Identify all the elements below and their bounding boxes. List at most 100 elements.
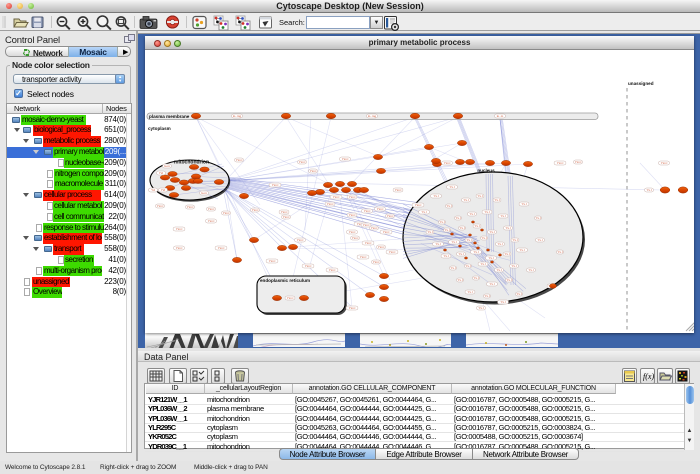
svg-text:Yxx.l: Yxx.l — [310, 169, 317, 173]
svg-text:Yxx.l: Yxx.l — [387, 214, 394, 218]
svg-text:Yx.l: Yx.l — [480, 262, 485, 266]
svg-text:Yx.l: Yx.l — [421, 210, 426, 214]
svg-text:Yxl: Yxl — [161, 188, 166, 192]
svg-text:Yx.l: Yx.l — [535, 216, 540, 220]
svg-text:Yx.l: Yx.l — [500, 214, 505, 218]
svg-text:Yxx.l: Yxx.l — [252, 208, 259, 212]
svg-text:Yxx.l: Yxx.l — [349, 306, 356, 310]
svg-text:Yxx.l: Yxx.l — [378, 245, 385, 249]
svg-text:Yxx.l: Yxx.l — [218, 246, 225, 250]
svg-text:Yd: Yd — [151, 188, 155, 192]
svg-text:plasma membrane: plasma membrane — [149, 114, 190, 119]
svg-text:Yxx.l: Yxx.l — [383, 230, 390, 234]
svg-text:Yx.l: Yx.l — [512, 238, 517, 242]
svg-text:lo..m: lo..m — [497, 114, 504, 118]
svg-text:Yxx.l: Yxx.l — [575, 160, 582, 164]
svg-text:Yx.l: Yx.l — [473, 276, 478, 280]
svg-text:Yx.l: Yx.l — [458, 252, 463, 256]
svg-text:Yx.l: Yx.l — [444, 228, 449, 232]
svg-text:Yx.l: Yx.l — [489, 282, 494, 286]
svg-text:Yx.l: Yx.l — [516, 292, 521, 296]
svg-text:Yx.l: Yx.l — [449, 185, 454, 189]
svg-text:Yx.l: Yx.l — [506, 278, 511, 282]
svg-text:endoplasmic reticulum: endoplasmic reticulum — [260, 278, 310, 283]
svg-text:Yxx.l: Yxx.l — [377, 207, 384, 211]
svg-text:Yxx.l: Yxx.l — [327, 202, 334, 206]
svg-text:Yxx.l: Yxx.l — [349, 230, 356, 234]
svg-text:nucleus: nucleus — [477, 168, 495, 173]
svg-text:Yx.l: Yx.l — [477, 194, 482, 198]
svg-text:Yx.l: Yx.l — [519, 248, 524, 252]
svg-text:Yxx.l: Yxx.l — [365, 241, 372, 245]
svg-text:Yx.l: Yx.l — [478, 306, 483, 310]
svg-text:Yx.l: Yx.l — [469, 212, 474, 216]
svg-text:Yxx.l: Yxx.l — [187, 205, 194, 209]
svg-text:Yxx.l: Yxx.l — [283, 215, 290, 219]
svg-text:Yxx.l: Yxx.l — [661, 161, 668, 165]
svg-text:Yx.l: Yx.l — [496, 268, 501, 272]
svg-text:Yxx.l: Yxx.l — [208, 219, 215, 223]
svg-text:lo..mg: lo..mg — [368, 114, 377, 118]
svg-text:lo.m: lo.m — [201, 191, 207, 195]
svg-text:Yx.l: Yx.l — [537, 238, 542, 242]
svg-text:Yxx.l: Yxx.l — [364, 209, 371, 213]
svg-text:Yx.l: Yx.l — [557, 250, 562, 254]
svg-text:Yxx.l: Yxx.l — [363, 223, 370, 227]
svg-text:Yxx.l: Yxx.l — [208, 207, 215, 211]
svg-text:Yx.l: Yx.l — [466, 238, 471, 242]
svg-text:Yxx.l: Yxx.l — [371, 226, 378, 230]
svg-text:Yx.l: Yx.l — [521, 202, 526, 206]
svg-text:Yx.l: Yx.l — [528, 268, 533, 272]
svg-text:Yx.l: Yx.l — [439, 220, 444, 224]
svg-text:Yxx.l: Yxx.l — [557, 161, 564, 165]
svg-text:Yx.l: Yx.l — [497, 242, 502, 246]
svg-text:Yx.l: Yx.l — [455, 216, 460, 220]
svg-text:Yx.l: Yx.l — [443, 254, 448, 258]
svg-text:Yxx.l: Yxx.l — [236, 158, 243, 162]
svg-text:Yx.l: Yx.l — [451, 240, 456, 244]
svg-text:Yx.l: Yx.l — [446, 204, 451, 208]
svg-text:Yxx.l: Yxx.l — [223, 211, 230, 215]
svg-text:Yxx.l: Yxx.l — [305, 264, 312, 268]
svg-text:Yx.l: Yx.l — [489, 230, 494, 234]
svg-text:Yxx.l: Yxx.l — [360, 255, 367, 259]
svg-text:Yxx.l: Yxx.l — [349, 213, 356, 217]
svg-text:Yxx.l: Yxx.l — [299, 160, 306, 164]
svg-text:Yx.l: Yx.l — [494, 198, 499, 202]
svg-text:Yxx.l: Yxx.l — [176, 246, 183, 250]
svg-text:Yxx.l: Yxx.l — [389, 250, 396, 254]
svg-text:Yx.l: Yx.l — [467, 290, 472, 294]
svg-text:unassigned: unassigned — [628, 81, 654, 86]
svg-text:Yxl: Yxl — [159, 171, 164, 175]
svg-text:Yx.l: Yx.l — [465, 264, 470, 268]
svg-text:Yxx.l: Yxx.l — [373, 260, 380, 264]
svg-text:cytoplasm: cytoplasm — [148, 126, 171, 131]
svg-text:Yxx.l: Yxx.l — [342, 157, 349, 161]
svg-text:Yx.l: Yx.l — [433, 194, 438, 198]
svg-text:Yx.l: Yx.l — [474, 224, 479, 228]
svg-text:Yx.l: Yx.l — [435, 242, 440, 246]
svg-text:Yxx.l: Yxx.l — [329, 268, 336, 272]
svg-text:Yx.l: Yx.l — [457, 278, 462, 282]
svg-text:Yx.l: Yx.l — [427, 230, 432, 234]
svg-text:Yx.l: Yx.l — [504, 252, 509, 256]
svg-text:Yx.l: Yx.l — [488, 256, 493, 260]
svg-text:Yxx.l: Yxx.l — [349, 195, 356, 199]
svg-text:Yxx.l: Yxx.l — [281, 210, 288, 214]
svg-text:Yxx.l: Yxx.l — [352, 236, 359, 240]
svg-text:Yxx.l: Yxx.l — [157, 204, 164, 208]
svg-text:Yx.l: Yx.l — [450, 266, 455, 270]
svg-text:Yx.l: Yx.l — [463, 198, 468, 202]
svg-text:Yxx.l: Yxx.l — [297, 238, 304, 242]
svg-text:lo.m: lo.m — [164, 164, 170, 168]
svg-text:Yx.l: Yx.l — [459, 226, 464, 230]
svg-text:lo..mg: lo..mg — [233, 114, 242, 118]
svg-text:Yxx.l: Yxx.l — [333, 195, 340, 199]
svg-text:Yxx.l: Yxx.l — [395, 188, 402, 192]
svg-text:Yxx.l: Yxx.l — [444, 161, 451, 165]
svg-text:Yx.l: Yx.l — [484, 294, 489, 298]
svg-text:Yx.l: Yx.l — [511, 264, 516, 268]
svg-text:Yxx.l: Yxx.l — [415, 203, 422, 207]
svg-text:f(x): f(x) — [643, 372, 654, 381]
svg-text:Yx.l: Yx.l — [500, 300, 505, 304]
